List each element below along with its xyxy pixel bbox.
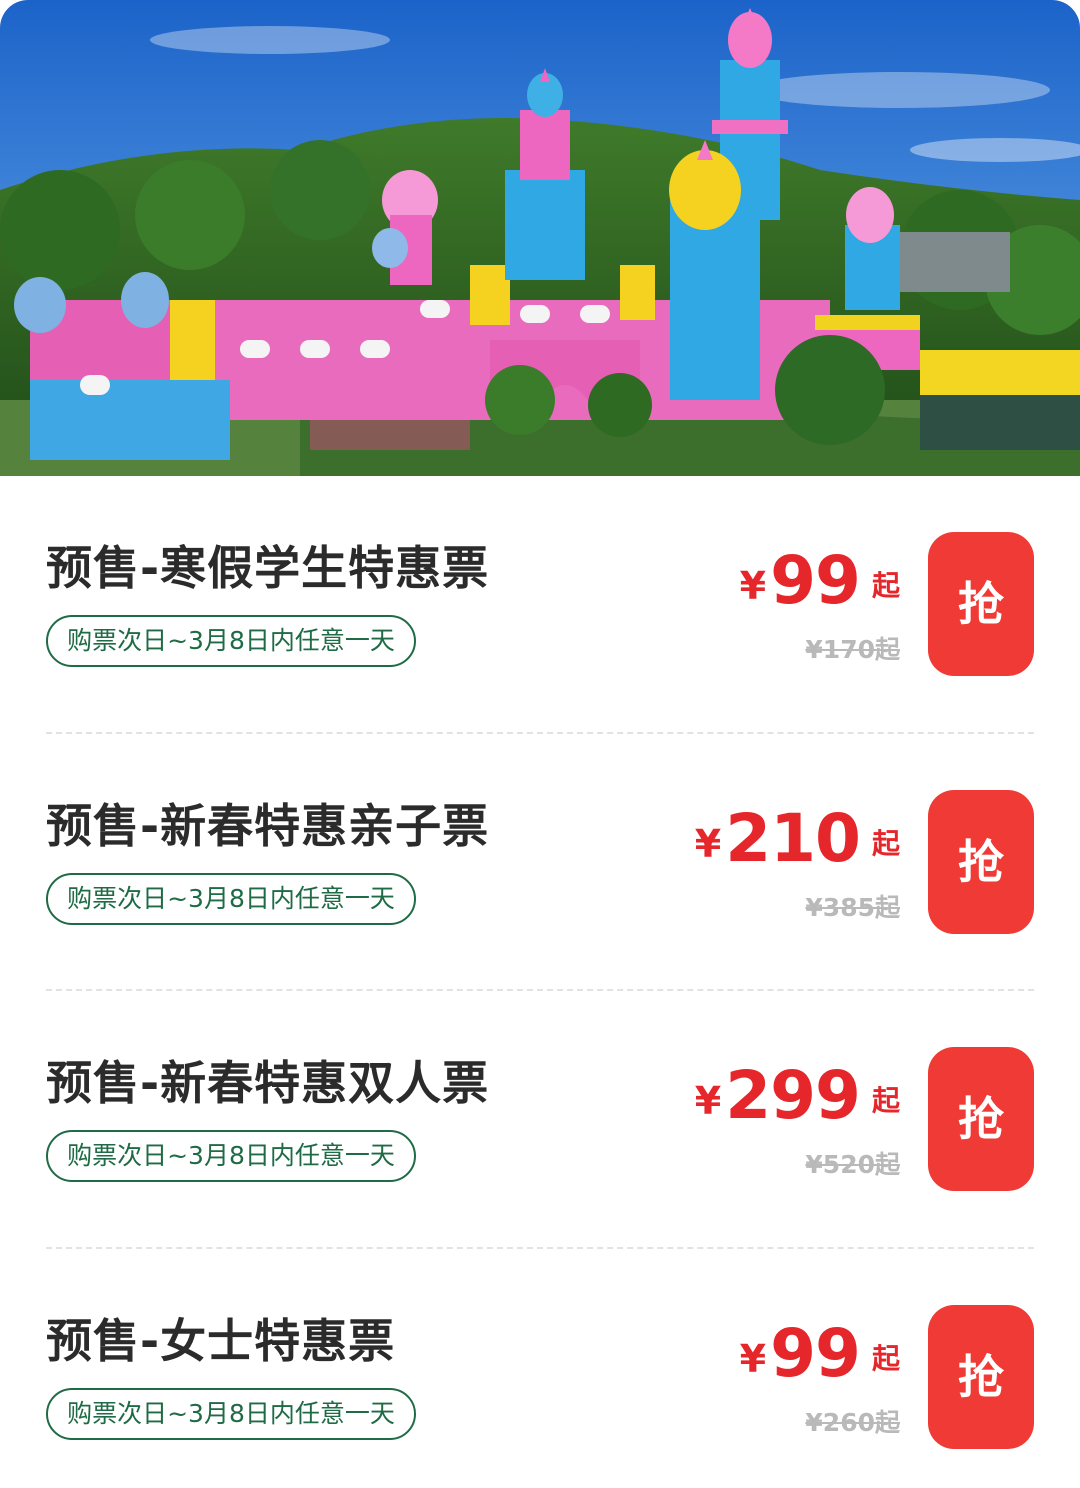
price-block: ¥210 起 ¥385起 — [640, 800, 900, 922]
ticket-title: 预售-寒假学生特惠票 — [46, 541, 490, 595]
price-value: 299 — [725, 1057, 861, 1134]
validity-badge: 购票次日~3月8日内任意一天 — [46, 872, 416, 925]
price-value: 99 — [770, 1314, 861, 1392]
price-suffix: 起 — [871, 1341, 900, 1375]
current-price: ¥99 起 — [740, 1315, 900, 1392]
current-price: ¥210 起 — [695, 800, 900, 877]
ticket-title: 预售-新春特惠双人票 — [46, 1056, 490, 1110]
price-block: ¥99 起 ¥170起 — [640, 542, 900, 664]
ticket-list: 预售-寒假学生特惠票 购票次日~3月8日内任意一天 ¥99 起 ¥170起 抢 预… — [0, 476, 1080, 1488]
grab-button[interactable]: 抢 — [928, 1047, 1034, 1191]
ticket-row: 预售-寒假学生特惠票 购票次日~3月8日内任意一天 ¥99 起 ¥170起 抢 — [0, 476, 1080, 734]
original-price: ¥385起 — [805, 892, 900, 922]
price-suffix: 起 — [871, 826, 900, 860]
original-price: ¥260起 — [805, 1407, 900, 1437]
current-price: ¥99 起 — [740, 542, 900, 619]
validity-badge: 购票次日~3月8日内任意一天 — [46, 1387, 416, 1440]
ticket-row: 预售-新春特惠双人票 购票次日~3月8日内任意一天 ¥299 起 ¥520起 抢 — [0, 991, 1080, 1249]
price-block: ¥299 起 ¥520起 — [640, 1057, 900, 1179]
grab-button[interactable]: 抢 — [928, 532, 1034, 676]
price-suffix: 起 — [871, 569, 900, 602]
ticket-title: 预售-女士特惠票 — [46, 1313, 396, 1368]
original-price: ¥520起 — [805, 1150, 900, 1179]
price-suffix: 起 — [871, 1084, 900, 1117]
price-value: 99 — [770, 542, 861, 619]
ticket-row: 预售-女士特惠票 购票次日~3月8日内任意一天 ¥99 起 ¥260起 抢 — [0, 1249, 1080, 1488]
grab-button[interactable]: 抢 — [928, 1304, 1034, 1449]
current-price: ¥299 起 — [695, 1057, 900, 1134]
ticket-title: 预售-新春特惠亲子票 — [46, 798, 490, 853]
validity-badge: 购票次日~3月8日内任意一天 — [46, 615, 416, 667]
price-value: 210 — [725, 799, 861, 877]
currency-symbol: ¥ — [694, 1079, 722, 1123]
validity-badge: 购票次日~3月8日内任意一天 — [46, 1130, 416, 1182]
ticket-row: 预售-新春特惠亲子票 购票次日~3月8日内任意一天 ¥210 起 ¥385起 抢 — [0, 734, 1080, 991]
price-block: ¥99 起 ¥260起 — [640, 1315, 900, 1437]
currency-symbol: ¥ — [739, 564, 767, 608]
hero-image-castle — [0, 0, 1080, 476]
grab-button[interactable]: 抢 — [928, 789, 1034, 934]
currency-symbol: ¥ — [694, 821, 722, 866]
currency-symbol: ¥ — [739, 1336, 767, 1381]
original-price: ¥170起 — [805, 635, 900, 664]
